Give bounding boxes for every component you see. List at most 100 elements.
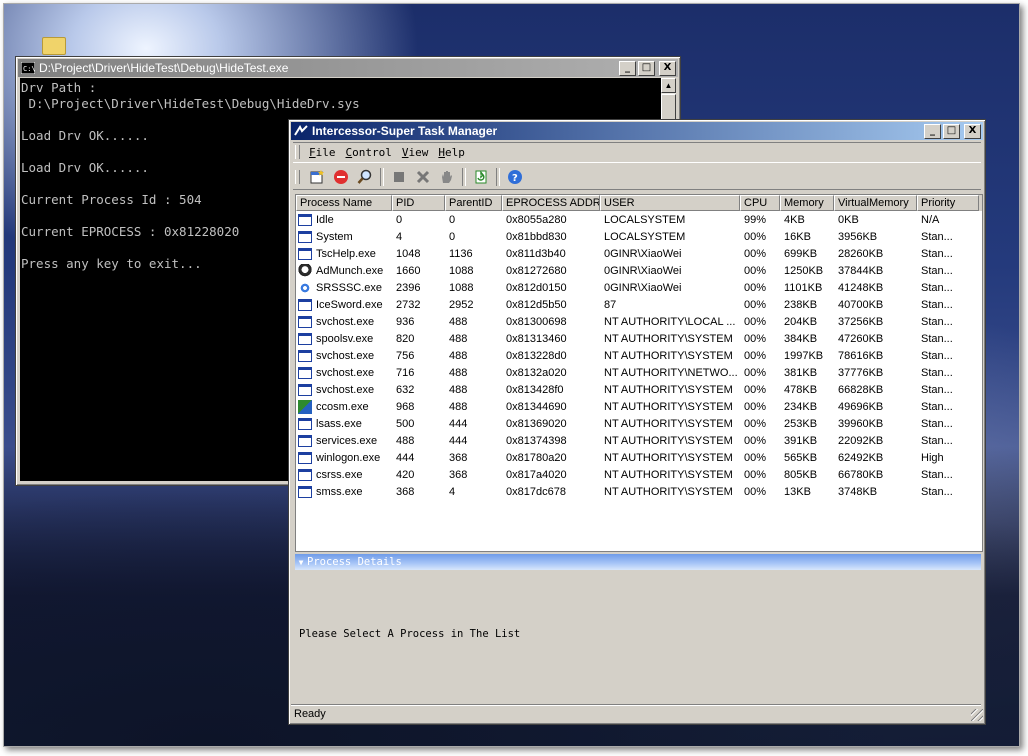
find-icon[interactable] [354, 167, 376, 187]
cell-mem: 1997KB [784, 349, 824, 362]
cell-ep: 0x813228d0 [506, 349, 567, 362]
column-header-memory[interactable]: Memory [780, 195, 834, 211]
cell-cpu: 00% [744, 451, 767, 464]
table-row[interactable]: svchost.exe 936 488 0x81300698 NT AUTHORITY\… [296, 313, 982, 330]
column-header-eprocess[interactable]: EPROCESS ADDR [502, 195, 600, 211]
console-app-icon: C:\ [21, 62, 35, 74]
cell-vm: 37256KB [838, 315, 884, 328]
menu-help[interactable]: Help [433, 146, 470, 159]
cell-pid: 968 [396, 400, 415, 413]
kill-icon[interactable] [412, 167, 434, 187]
cell-vm: 3748KB [838, 485, 878, 498]
cell-mem: 238KB [784, 298, 818, 311]
cell-ep: 0x81272680 [506, 264, 567, 277]
column-header-pid[interactable]: PID [392, 195, 445, 211]
scrollbar-thumb[interactable] [661, 94, 676, 120]
table-row[interactable]: winlogon.exe 444 368 0x81780a20 NT AUTHORITY… [296, 449, 982, 466]
process-window-icon [298, 298, 312, 311]
column-header-user[interactable]: USER [600, 195, 740, 211]
process-list[interactable]: Process Name PID ParentID EPROCESS ADDR … [295, 194, 983, 552]
table-row[interactable]: spoolsv.exe 820 488 0x81313460 NT AUTHORITY\… [296, 330, 982, 347]
status-text: Ready [294, 707, 326, 720]
cell-ppid: 1088 [449, 281, 474, 294]
process-window-icon [298, 230, 312, 243]
table-row[interactable]: lsass.exe 500 444 0x81369020 NT AUTHORITY\SY… [296, 415, 982, 432]
taskmgr-titlebar[interactable]: Intercessor-Super Task Manager _ □ X [291, 122, 983, 140]
table-row[interactable]: SRSSSC.exe 2396 1088 0x812d0150 0GINR\XiaoWe… [296, 279, 982, 296]
table-row[interactable]: System 4 0 0x81bbd830 LOCALSYSTEM 00% 16KB 3956… [296, 228, 982, 245]
toolbar-separator [462, 168, 466, 186]
taskmgr-maximize-button[interactable]: □ [943, 123, 960, 139]
process-list-header: Process Name PID ParentID EPROCESS ADDR … [296, 195, 982, 211]
collapse-triangle-icon[interactable]: ▼ [295, 555, 307, 571]
console-maximize-button[interactable]: □ [638, 60, 655, 76]
cell-ep: 0x812d0150 [506, 281, 567, 294]
process-ccosm-icon [298, 399, 312, 414]
process-details-message: Please Select A Process in The List [299, 628, 521, 640]
cell-mem: 699KB [784, 247, 818, 260]
cell-ep: 0x81313460 [506, 332, 567, 345]
table-row[interactable]: svchost.exe 716 488 0x8132a020 NT AUTHORITY\… [296, 364, 982, 381]
table-row[interactable]: csrss.exe 420 368 0x817a4020 NT AUTHORITY\SY… [296, 466, 982, 483]
column-header-virtual-memory[interactable]: VirtualMemory [834, 195, 917, 211]
process-window-icon [298, 417, 312, 430]
cell-user: NT AUTHORITY\SYSTEM [604, 451, 733, 464]
stop-icon[interactable] [330, 167, 352, 187]
cell-ep: 0x8055a280 [506, 213, 567, 226]
process-window-icon [298, 451, 312, 464]
table-row[interactable]: Idle 0 0 0x8055a280 LOCALSYSTEM 99% 4KB 0KB N/A [296, 211, 982, 228]
task-manager-window[interactable]: Intercessor-Super Task Manager _ □ X Fil… [288, 119, 986, 725]
cell-name: smss.exe [296, 485, 392, 498]
cell-vm: 41248KB [838, 281, 884, 294]
cell-pri: N/A [921, 213, 940, 226]
table-row[interactable]: IceSword.exe 2732 2952 0x812d5b50 87 00% 238KB… [296, 296, 982, 313]
table-row[interactable]: smss.exe 368 4 0x817dc678 NT AUTHORITY\SYSTE… [296, 483, 982, 500]
cell-user: NT AUTHORITY\SYSTEM [604, 434, 733, 447]
cell-vm: 40700KB [838, 298, 884, 311]
cell-ep: 0x81bbd830 [506, 230, 567, 243]
column-header-process-name[interactable]: Process Name [296, 195, 392, 211]
cell-user: 0GINR\XiaoWei [604, 281, 682, 294]
status-bar: Ready [291, 704, 981, 722]
cell-ppid: 488 [449, 400, 468, 413]
hand-icon[interactable] [436, 167, 458, 187]
cell-user: LOCALSYSTEM [604, 213, 686, 226]
cell-cpu: 00% [744, 417, 767, 430]
taskmgr-close-button[interactable]: X [964, 123, 981, 139]
console-close-button[interactable]: X [659, 60, 676, 76]
folder-icon[interactable] [42, 37, 66, 55]
cell-cpu: 99% [744, 213, 767, 226]
menu-view[interactable]: View [397, 146, 434, 159]
process-name-text: svchost.exe [316, 366, 375, 379]
console-minimize-button[interactable]: _ [619, 60, 636, 76]
help-icon[interactable]: ? [504, 167, 526, 187]
cell-user: NT AUTHORITY\SYSTEM [604, 383, 733, 396]
console-titlebar[interactable]: C:\ D:\Project\Driver\HideTest\Debug\Hid… [18, 59, 678, 77]
scroll-up-arrow-icon[interactable]: ▲ [661, 78, 676, 93]
process-details-header[interactable]: ▼ Process Details [295, 554, 981, 570]
refresh-icon[interactable] [470, 167, 492, 187]
taskmgr-minimize-button[interactable]: _ [924, 123, 941, 139]
table-row[interactable]: services.exe 488 444 0x81374398 NT AUTHORITY… [296, 432, 982, 449]
column-header-parent-id[interactable]: ParentID [445, 195, 502, 211]
table-row[interactable]: svchost.exe 756 488 0x813228d0 NT AUTHORITY\… [296, 347, 982, 364]
cell-user: NT AUTHORITY\NETWO... [604, 366, 738, 379]
table-row[interactable]: AdMunch.exe 1660 1088 0x81272680 0GINR\XiaoW… [296, 262, 982, 279]
column-header-cpu[interactable]: CPU [740, 195, 780, 211]
cell-cpu: 00% [744, 400, 767, 413]
new-process-icon[interactable] [306, 167, 328, 187]
toolbar: ? [293, 165, 981, 190]
table-row[interactable]: ccosm.exe 968 488 0x81344690 NT AUTHORITY\SY… [296, 398, 982, 415]
table-row[interactable]: svchost.exe 632 488 0x813428f0 NT AUTHORITY\… [296, 381, 982, 398]
resize-grip[interactable] [971, 709, 983, 721]
console-line: D:\Project\Driver\HideTest\Debug\HideDrv… [21, 96, 360, 111]
suspend-icon[interactable] [388, 167, 410, 187]
menu-file[interactable]: File [304, 146, 341, 159]
process-name-text: svchost.exe [316, 349, 375, 362]
column-header-priority[interactable]: Priority [917, 195, 979, 211]
table-row[interactable]: TscHelp.exe 1048 1136 0x811d3b40 0GINR\XiaoW… [296, 245, 982, 262]
cell-pid: 368 [396, 485, 415, 498]
menu-control[interactable]: Control [341, 146, 397, 159]
cell-mem: 381KB [784, 366, 818, 379]
cell-pri: Stan... [921, 417, 953, 430]
